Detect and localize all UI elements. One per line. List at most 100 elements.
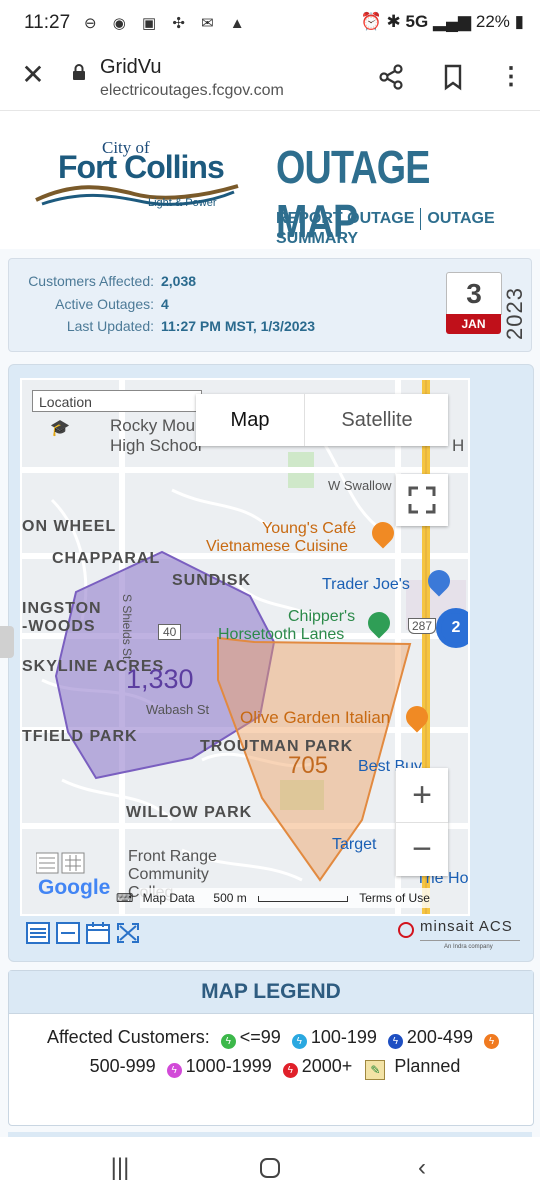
- back-icon[interactable]: ‹: [402, 1153, 442, 1183]
- bluetooth-icon: ✱: [386, 12, 401, 31]
- page-url[interactable]: electricoutages.fcgov.com: [100, 82, 284, 100]
- legend-pink-bolt-icon: ϟ: [166, 1063, 182, 1078]
- system-nav-bar: ||| ‹: [0, 1137, 540, 1200]
- poi-label[interactable]: Chipper's: [288, 608, 355, 626]
- legend-item-label: 100-199: [310, 1027, 377, 1047]
- legend-orange-bolt-icon: ϟ: [483, 1034, 499, 1049]
- location-search-input[interactable]: Location: [32, 390, 202, 412]
- map-label: TROUTMAN PARK: [200, 738, 354, 755]
- scale-label: 500 m: [213, 891, 247, 905]
- map-label-school-icon-text: 🎓: [50, 420, 70, 437]
- zoom-out-button[interactable]: −: [396, 822, 448, 876]
- recent-apps-icon[interactable]: |||: [100, 1153, 140, 1183]
- share-icon[interactable]: [376, 62, 406, 92]
- expand-icon[interactable]: [116, 922, 140, 944]
- calendar-year: 2023: [502, 287, 527, 340]
- bookmark-icon[interactable]: [438, 62, 468, 92]
- map-label: H: [452, 436, 465, 455]
- customers-affected-value: 2,038: [161, 273, 197, 289]
- header-links: REPORT OUTAGE OUTAGE SUMMARY: [276, 208, 540, 248]
- outage-count-1330[interactable]: 1,330: [126, 664, 194, 695]
- legend-blue-bolt-icon: ϟ: [387, 1034, 403, 1049]
- fullscreen-icon: [408, 486, 436, 514]
- side-drawer-handle[interactable]: [0, 626, 14, 658]
- map-label: Wabash St: [146, 702, 210, 717]
- route-40-shield: 40: [158, 624, 182, 640]
- battery-text: 22%: [475, 12, 510, 31]
- legend-lightblue-bolt-icon: ϟ: [291, 1034, 307, 1049]
- customers-affected-label: Customers Affected:: [28, 273, 154, 289]
- map-type-map-button[interactable]: Map: [196, 394, 304, 446]
- collapse-icon[interactable]: [56, 922, 80, 944]
- last-updated-label: Last Updated:: [66, 318, 154, 334]
- map-label: ON WHEEL: [22, 518, 117, 535]
- map-data-link[interactable]: Map Data: [143, 891, 195, 905]
- zoom-in-button[interactable]: +: [396, 768, 448, 823]
- map-label: -WOODS: [22, 618, 96, 635]
- map-label: CHAPPARAL: [52, 550, 161, 567]
- outage-cluster-marker[interactable]: 2: [436, 608, 468, 648]
- browser-toolbar: ✕ GridVu electricoutages.fcgov.com ⋮: [0, 50, 540, 111]
- legend-affected-label: Affected Customers:: [47, 1027, 210, 1047]
- poi-label[interactable]: Vietnamese Cuisine: [206, 538, 348, 556]
- legend-item-label: 500-999: [89, 1056, 156, 1076]
- last-updated-value: 11:27 PM MST, 1/3/2023: [161, 318, 316, 334]
- legend-title: MAP LEGEND: [9, 971, 533, 1014]
- map-label: S Shields St: [120, 594, 134, 660]
- brand-divider: [420, 940, 520, 941]
- poi-label[interactable]: Trader Joe's: [322, 576, 410, 594]
- map-label: WILLOW PARK: [126, 804, 253, 821]
- map-label: Front Range: [128, 848, 217, 865]
- outage-count-705[interactable]: 705: [288, 752, 328, 780]
- google-logo: Google: [38, 876, 110, 900]
- list-view-icon[interactable]: [26, 922, 50, 944]
- calendar-month: JAN: [446, 314, 501, 334]
- notification-icons: ⊖ ◉ ▣ ✣ ✉ ▲: [84, 15, 251, 32]
- map-label: INGSTON: [22, 600, 102, 617]
- alarm-icon: ⏰: [360, 12, 382, 31]
- zoom-control: + −: [396, 768, 448, 876]
- poi-label[interactable]: Target: [332, 836, 376, 854]
- logo-subtitle: Light & Power: [148, 197, 217, 209]
- keyboard-icon[interactable]: ⌨: [116, 891, 133, 905]
- map-type-control: Map Satellite: [196, 394, 448, 446]
- route-287-shield: 287: [408, 618, 437, 634]
- map-legend: MAP LEGEND Affected Customers: ϟ <=99 ϟ 10…: [8, 970, 534, 1126]
- poi-label[interactable]: Olive Garden Italian: [240, 708, 390, 728]
- google-text: Google: [38, 876, 111, 899]
- poi-label[interactable]: Young's Café: [262, 520, 356, 538]
- scale-bar: [258, 895, 349, 902]
- terms-link[interactable]: Terms of Use: [359, 891, 430, 905]
- close-icon[interactable]: ✕: [18, 60, 48, 90]
- fullscreen-button[interactable]: [396, 474, 448, 526]
- link-divider: [420, 208, 422, 230]
- more-options-icon[interactable]: ⋮: [496, 62, 526, 92]
- report-outage-link[interactable]: REPORT OUTAGE: [276, 210, 414, 227]
- battery-icon: ▮: [514, 12, 524, 31]
- page-title: GridVu: [100, 56, 162, 78]
- map-attribution: ⌨ Map Data 500 m Terms of Use: [116, 888, 430, 908]
- active-outages-label: Active Outages:: [55, 296, 154, 312]
- home-icon[interactable]: [250, 1153, 290, 1183]
- calendar-icon: 3 JAN: [446, 272, 502, 336]
- system-icons: ⏰ ✱ 5G ▂▄▆ 22% ▮: [361, 12, 524, 32]
- poi-label[interactable]: Horsetooth Lanes: [218, 626, 344, 644]
- status-time: 11:27: [24, 12, 71, 33]
- map-type-satellite-button[interactable]: Satellite: [304, 394, 449, 446]
- calendar-view-icon[interactable]: [86, 922, 110, 944]
- map-label: W Swallow R: [328, 478, 405, 493]
- legend-item-label: 1000-1999: [185, 1056, 272, 1076]
- map-label: Community: [128, 866, 209, 883]
- status-bar: 11:27 ⊖ ◉ ▣ ✣ ✉ ▲ ⏰ ✱ 5G ▂▄▆ 22% ▮: [0, 0, 540, 50]
- legend-item-label: 200-499: [406, 1027, 473, 1047]
- signal-icon: ▂▄▆: [432, 12, 472, 31]
- active-outages-value: 4: [161, 296, 169, 312]
- lock-icon: [73, 64, 85, 80]
- legend-planned-label: Planned: [394, 1056, 461, 1076]
- map-label: TFIELD PARK: [22, 728, 138, 745]
- legend-body: Affected Customers: ϟ <=99 ϟ 100-199 ϟ 200-…: [35, 1023, 515, 1081]
- legend-green-bolt-icon: ϟ: [220, 1034, 236, 1049]
- minsait-logo: minsait ACS An Indra company: [398, 918, 520, 958]
- calendar-day: 3: [446, 272, 502, 315]
- layer-toggle-icon[interactable]: [35, 852, 86, 874]
